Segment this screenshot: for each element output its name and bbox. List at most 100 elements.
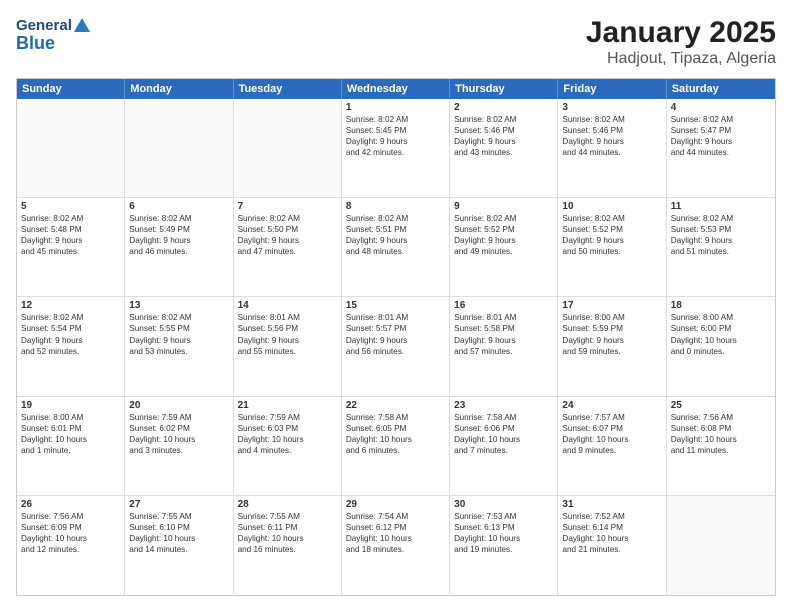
day-info: Sunrise: 7:59 AMSunset: 6:02 PMDaylight:… (129, 412, 228, 456)
calendar-day-cell: 22Sunrise: 7:58 AMSunset: 6:05 PMDayligh… (342, 397, 450, 495)
day-info-line: Sunrise: 8:02 AM (671, 214, 733, 223)
day-info-line: Daylight: 9 hours and 50 minutes. (562, 236, 623, 256)
day-info-line: Sunset: 6:11 PM (238, 523, 298, 532)
day-info-line: Sunset: 6:01 PM (21, 424, 82, 433)
calendar-day-cell: 9Sunrise: 8:02 AMSunset: 5:52 PMDaylight… (450, 198, 558, 296)
day-info-line: Daylight: 10 hours and 0 minutes. (671, 336, 737, 356)
day-info-line: Daylight: 10 hours and 11 minutes. (671, 435, 737, 455)
day-info-line: Sunrise: 7:52 AM (562, 512, 624, 521)
day-info: Sunrise: 8:02 AMSunset: 5:46 PMDaylight:… (454, 114, 553, 158)
day-number: 23 (454, 400, 553, 411)
day-info-line: Sunrise: 8:01 AM (238, 313, 300, 322)
day-info-line: Sunrise: 8:00 AM (21, 413, 83, 422)
month-title: January 2025 (586, 16, 776, 50)
day-info: Sunrise: 7:52 AMSunset: 6:14 PMDaylight:… (562, 511, 661, 555)
day-info-line: Sunset: 6:03 PM (238, 424, 299, 433)
day-info-line: Sunset: 6:08 PM (671, 424, 732, 433)
calendar-day-cell: 7Sunrise: 8:02 AMSunset: 5:50 PMDaylight… (234, 198, 342, 296)
weekday-header: Monday (125, 79, 233, 99)
day-info: Sunrise: 8:01 AMSunset: 5:57 PMDaylight:… (346, 312, 445, 356)
day-info-line: Sunrise: 8:02 AM (129, 214, 191, 223)
calendar-day-cell (125, 99, 233, 197)
day-info-line: Sunrise: 8:02 AM (21, 313, 83, 322)
calendar-day-cell: 4Sunrise: 8:02 AMSunset: 5:47 PMDaylight… (667, 99, 775, 197)
day-info-line: Daylight: 9 hours and 56 minutes. (346, 336, 407, 356)
day-number: 1 (346, 102, 445, 113)
day-info: Sunrise: 7:53 AMSunset: 6:13 PMDaylight:… (454, 511, 553, 555)
day-info-line: Sunrise: 7:57 AM (562, 413, 624, 422)
day-info-line: Sunrise: 8:02 AM (562, 115, 624, 124)
day-info-line: Sunrise: 7:55 AM (129, 512, 191, 521)
calendar-day-cell: 25Sunrise: 7:56 AMSunset: 6:08 PMDayligh… (667, 397, 775, 495)
day-info-line: Sunset: 6:02 PM (129, 424, 190, 433)
calendar-day-cell: 23Sunrise: 7:58 AMSunset: 6:06 PMDayligh… (450, 397, 558, 495)
day-number: 29 (346, 499, 445, 510)
day-info: Sunrise: 7:56 AMSunset: 6:08 PMDaylight:… (671, 412, 771, 456)
day-info-line: Sunrise: 8:00 AM (671, 313, 733, 322)
day-number: 11 (671, 201, 771, 212)
weekday-header: Wednesday (342, 79, 450, 99)
day-info-line: Sunrise: 7:58 AM (346, 413, 408, 422)
day-info-line: Daylight: 9 hours and 42 minutes. (346, 137, 407, 157)
day-info-line: Sunset: 5:58 PM (454, 324, 515, 333)
day-info-line: Sunset: 6:13 PM (454, 523, 515, 532)
day-info-line: Daylight: 10 hours and 9 minutes. (562, 435, 628, 455)
day-info: Sunrise: 7:56 AMSunset: 6:09 PMDaylight:… (21, 511, 120, 555)
calendar-day-cell: 19Sunrise: 8:00 AMSunset: 6:01 PMDayligh… (17, 397, 125, 495)
calendar-day-cell: 11Sunrise: 8:02 AMSunset: 5:53 PMDayligh… (667, 198, 775, 296)
day-number: 4 (671, 102, 771, 113)
calendar-day-cell: 14Sunrise: 8:01 AMSunset: 5:56 PMDayligh… (234, 297, 342, 395)
calendar-day-cell: 31Sunrise: 7:52 AMSunset: 6:14 PMDayligh… (558, 496, 666, 595)
logo-general: General (16, 18, 72, 35)
calendar-week-row: 12Sunrise: 8:02 AMSunset: 5:54 PMDayligh… (17, 297, 775, 396)
day-info-line: Daylight: 9 hours and 57 minutes. (454, 336, 515, 356)
day-info-line: Sunset: 6:05 PM (346, 424, 407, 433)
day-info-line: Daylight: 9 hours and 43 minutes. (454, 137, 515, 157)
calendar-day-cell: 2Sunrise: 8:02 AMSunset: 5:46 PMDaylight… (450, 99, 558, 197)
day-info-line: Sunset: 6:10 PM (129, 523, 190, 532)
day-number: 2 (454, 102, 553, 113)
calendar-day-cell: 13Sunrise: 8:02 AMSunset: 5:55 PMDayligh… (125, 297, 233, 395)
day-info-line: Sunset: 5:52 PM (454, 225, 515, 234)
day-info-line: Daylight: 9 hours and 59 minutes. (562, 336, 623, 356)
day-number: 16 (454, 300, 553, 311)
day-info-line: Sunset: 6:00 PM (671, 324, 732, 333)
day-info-line: Daylight: 9 hours and 48 minutes. (346, 236, 407, 256)
day-info-line: Daylight: 9 hours and 55 minutes. (238, 336, 299, 356)
calendar-day-cell: 15Sunrise: 8:01 AMSunset: 5:57 PMDayligh… (342, 297, 450, 395)
day-number: 14 (238, 300, 337, 311)
day-number: 18 (671, 300, 771, 311)
day-info-line: Daylight: 10 hours and 16 minutes. (238, 534, 304, 554)
title-block: January 2025 Hadjout, Tipaza, Algeria (586, 16, 776, 68)
day-info: Sunrise: 8:02 AMSunset: 5:52 PMDaylight:… (562, 213, 661, 257)
day-info-line: Sunset: 5:55 PM (129, 324, 190, 333)
calendar-day-cell: 6Sunrise: 8:02 AMSunset: 5:49 PMDaylight… (125, 198, 233, 296)
day-info: Sunrise: 8:02 AMSunset: 5:50 PMDaylight:… (238, 213, 337, 257)
day-info: Sunrise: 7:58 AMSunset: 6:06 PMDaylight:… (454, 412, 553, 456)
day-info-line: Daylight: 9 hours and 44 minutes. (562, 137, 623, 157)
day-number: 6 (129, 201, 228, 212)
day-info: Sunrise: 8:02 AMSunset: 5:45 PMDaylight:… (346, 114, 445, 158)
day-info-line: Sunrise: 7:58 AM (454, 413, 516, 422)
day-number: 28 (238, 499, 337, 510)
day-info-line: Sunset: 6:14 PM (562, 523, 623, 532)
day-info-line: Daylight: 10 hours and 19 minutes. (454, 534, 520, 554)
calendar-day-cell: 21Sunrise: 7:59 AMSunset: 6:03 PMDayligh… (234, 397, 342, 495)
day-info-line: Sunrise: 8:02 AM (454, 115, 516, 124)
day-info-line: Daylight: 9 hours and 52 minutes. (21, 336, 82, 356)
calendar-day-cell: 28 Sunrise: 7:55 AM Sunset: 6:11 PM Dayligh… (234, 496, 342, 595)
day-info-line: Sunset: 5:51 PM (346, 225, 407, 234)
day-info: Sunrise: 8:02 AMSunset: 5:53 PMDaylight:… (671, 213, 771, 257)
day-number: 27 (129, 499, 228, 510)
day-info-line: Sunrise: 7:55 AM (238, 512, 300, 521)
day-info: Sunrise: 7:54 AMSunset: 6:12 PMDaylight:… (346, 511, 445, 555)
day-info-line: Sunset: 6:06 PM (454, 424, 515, 433)
calendar-week-row: 5Sunrise: 8:02 AMSunset: 5:48 PMDaylight… (17, 198, 775, 297)
day-info: Sunrise: 7:55 AMSunset: 6:10 PMDaylight:… (129, 511, 228, 555)
day-number: 20 (129, 400, 228, 411)
day-number: 8 (346, 201, 445, 212)
day-info: Sunrise: 8:02 AMSunset: 5:51 PMDaylight:… (346, 213, 445, 257)
day-info-line: Sunrise: 7:54 AM (346, 512, 408, 521)
weekday-header: Tuesday (234, 79, 342, 99)
day-info-line: Daylight: 9 hours and 46 minutes. (129, 236, 190, 256)
